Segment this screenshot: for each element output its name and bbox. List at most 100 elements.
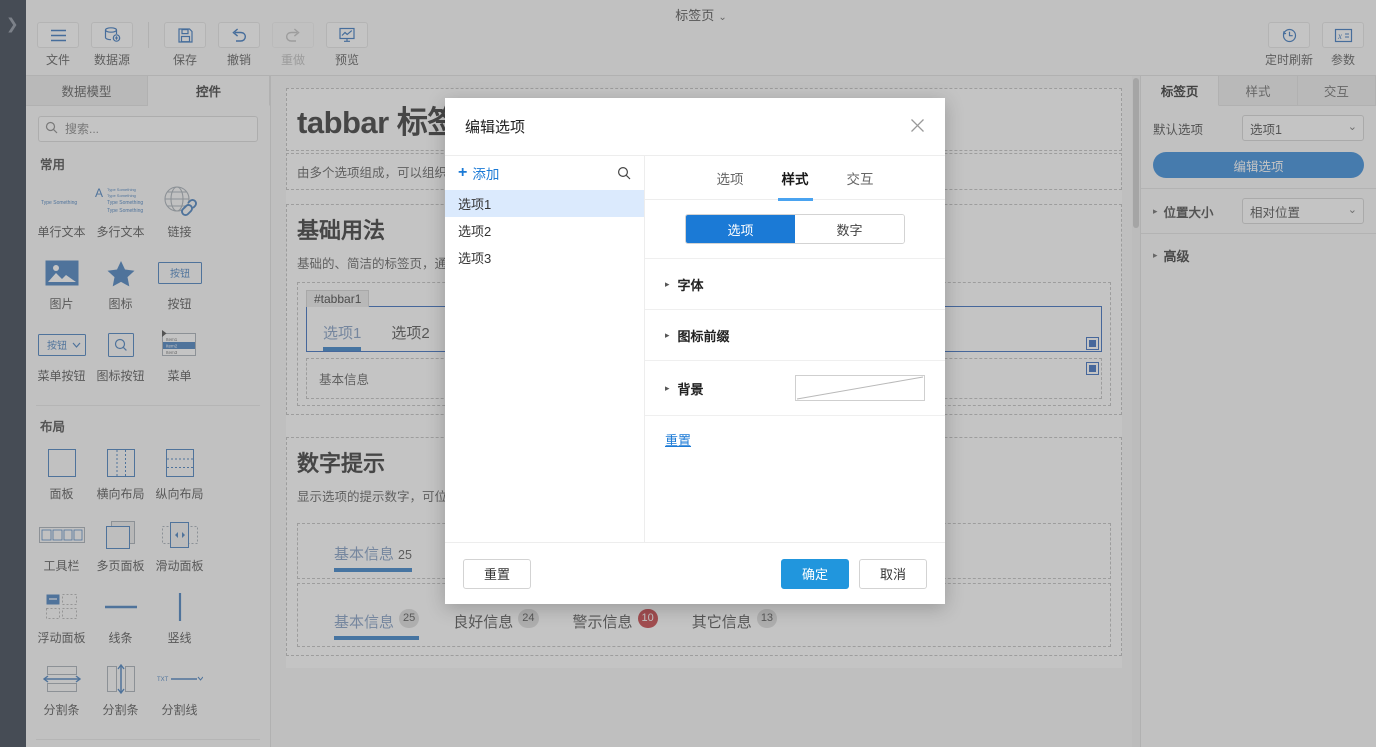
component-line[interactable]: 线条: [91, 585, 150, 657]
toolbar-label-datasource: 数据源: [94, 51, 130, 68]
sidebar-search-box[interactable]: [38, 116, 258, 142]
edit-options-button[interactable]: 编辑选项: [1153, 152, 1364, 178]
reset-link[interactable]: 重置: [665, 433, 691, 448]
dialog-reset-button[interactable]: 重置: [463, 559, 531, 589]
toolbar-button-redo[interactable]: 重做: [268, 22, 318, 68]
background-color-swatch[interactable]: [795, 375, 925, 401]
component-button[interactable]: 按钮 按钮: [150, 251, 209, 323]
edit-options-dialog: 编辑选项 + 添加 选项1 选项2 选项3 选项 样式 交互: [445, 98, 945, 604]
component-image[interactable]: 图片: [32, 251, 91, 323]
sidebar-tab-controls[interactable]: 控件: [148, 76, 270, 106]
dialog-detail-panel: 选项 样式 交互 选项 数字 ▸ 字体 ▸ 图标前缀 ▸ 背景: [645, 156, 945, 542]
chevron-down-icon: ⌄: [1348, 203, 1357, 216]
component-panel[interactable]: 面板: [32, 441, 91, 513]
component-horizontal-splitter[interactable]: 分割条: [32, 657, 91, 729]
properties-tabs: 标签页 样式 交互: [1141, 76, 1376, 106]
search-icon[interactable]: [617, 166, 631, 180]
dialog-tab-interaction[interactable]: 交互: [847, 155, 874, 201]
undo-icon: [218, 22, 260, 48]
component-single-line-text[interactable]: Type Something 单行文本: [32, 179, 91, 251]
component-multipage-panel[interactable]: 多页面板: [91, 513, 150, 585]
segmented-control: 选项 数字: [685, 214, 905, 244]
toolbar-button-undo[interactable]: 撤销: [214, 22, 264, 68]
component-icon[interactable]: 图标: [91, 251, 150, 323]
position-size-row[interactable]: ▸ 位置大小 相对位置 ⌄: [1141, 189, 1376, 233]
segment-option[interactable]: 选项: [686, 215, 795, 243]
advanced-row[interactable]: ▸ 高级: [1141, 234, 1376, 277]
badge-tab-3[interactable]: 警示信息10: [573, 609, 658, 640]
close-icon[interactable]: [910, 118, 925, 136]
database-icon: [91, 22, 133, 48]
default-option-select[interactable]: 选项1 ⌄: [1242, 115, 1364, 141]
component-vertical-splitter[interactable]: 分割条: [91, 657, 150, 729]
component-slide-panel[interactable]: 滑动面板: [150, 513, 209, 585]
selection-handle-right[interactable]: [1087, 338, 1098, 349]
dialog-confirm-button[interactable]: 确定: [781, 559, 849, 589]
dialog-cancel-button[interactable]: 取消: [859, 559, 927, 589]
badge-tab-1[interactable]: 基本信息25: [334, 609, 419, 640]
toolbar-button-datasource[interactable]: 数据源: [87, 22, 137, 68]
badge-tab-4[interactable]: 其它信息13: [692, 609, 777, 640]
option-list-item-1[interactable]: 选项1: [445, 190, 644, 217]
position-size-select[interactable]: 相对位置 ⌄: [1242, 198, 1364, 224]
num-tab-1[interactable]: 基本信息25: [334, 543, 412, 572]
badge-tab-2[interactable]: 良好信息24: [453, 609, 538, 640]
default-option-label: 默认选项: [1153, 119, 1203, 138]
tabbar-item-1[interactable]: 选项1: [323, 322, 361, 351]
component-float-panel[interactable]: 浮动面板: [32, 585, 91, 657]
component-horizontal-layout[interactable]: 横向布局: [91, 441, 150, 513]
sidebar-tab-data-model[interactable]: 数据模型: [26, 76, 148, 105]
svg-text:TXT: TXT: [157, 677, 169, 683]
option-list-item-3[interactable]: 选项3: [445, 244, 644, 271]
chevron-down-icon[interactable]: ⌄: [718, 12, 726, 23]
toolbar-button-refresh[interactable]: 定时刷新: [1264, 22, 1314, 68]
segmented-control-wrap: 选项 数字: [645, 200, 945, 259]
toolbar-label-file: 文件: [46, 51, 70, 68]
element-tag-name: #tabbar1: [306, 290, 369, 307]
component-menu[interactable]: Item1Item2Item3 菜单: [150, 323, 209, 395]
accordion-background[interactable]: ▸ 背景: [645, 361, 945, 416]
component-vertical-layout[interactable]: 纵向布局: [150, 441, 209, 513]
toolbar-button-file[interactable]: 文件: [33, 22, 83, 68]
component-multi-line-text[interactable]: AType SomethingType SomethingType Someth…: [91, 179, 150, 251]
svg-text:Item3: Item3: [166, 350, 178, 355]
parameter-icon: x: [1322, 22, 1364, 48]
component-divider-text[interactable]: TXT 分割线: [150, 657, 209, 729]
properties-tab-style[interactable]: 样式: [1219, 76, 1297, 105]
horizontal-layout-icon: [93, 441, 149, 485]
add-option-button[interactable]: + 添加: [458, 163, 499, 183]
accordion-icon-prefix-label: 图标前缀: [678, 326, 730, 345]
component-label: 分割线: [161, 701, 197, 718]
option-list-item-2[interactable]: 选项2: [445, 217, 644, 244]
tabbar-item-2[interactable]: 选项2: [391, 322, 429, 351]
button-icon: 按钮: [152, 251, 208, 295]
component-vertical-line[interactable]: 竖线: [150, 585, 209, 657]
component-link[interactable]: 链接: [150, 179, 209, 251]
component-icon-button[interactable]: 图标按钮: [91, 323, 150, 395]
search-input[interactable]: [63, 121, 251, 137]
properties-tab-interaction[interactable]: 交互: [1298, 76, 1376, 105]
component-toolbar[interactable]: 工具栏: [32, 513, 91, 585]
sidebar-divider-1: [36, 405, 260, 406]
canvas-scrollbar[interactable]: [1132, 76, 1140, 747]
segment-number[interactable]: 数字: [795, 215, 904, 243]
toolbar-button-save[interactable]: 保存: [160, 22, 210, 68]
component-menu-button[interactable]: 按钮 菜单按钮: [32, 323, 91, 395]
toolbar-icon: [34, 513, 90, 557]
accordion-font[interactable]: ▸ 字体: [645, 259, 945, 310]
toolbar-button-preview[interactable]: 预览: [322, 22, 372, 68]
component-label: 横向布局: [96, 485, 144, 502]
multi-line-text-icon: AType SomethingType SomethingType Someth…: [93, 179, 149, 223]
top-toolbar: 标签页⌄ 文件 数据源 保存: [26, 0, 1376, 76]
chevron-right-icon[interactable]: ❯: [6, 18, 20, 32]
dialog-tab-style[interactable]: 样式: [782, 155, 809, 201]
dialog-tab-option[interactable]: 选项: [717, 155, 744, 201]
toolbar-button-parameter[interactable]: x 参数: [1318, 22, 1368, 68]
toolbar-label-redo: 重做: [281, 51, 305, 68]
sidebar-search-wrap: [26, 106, 270, 148]
svg-text:x: x: [1337, 31, 1342, 41]
properties-tab-tabbar[interactable]: 标签页: [1141, 76, 1219, 106]
selection-handle-bottom-right[interactable]: [1087, 363, 1098, 374]
canvas-scrollbar-thumb[interactable]: [1133, 78, 1139, 228]
accordion-icon-prefix[interactable]: ▸ 图标前缀: [645, 310, 945, 361]
